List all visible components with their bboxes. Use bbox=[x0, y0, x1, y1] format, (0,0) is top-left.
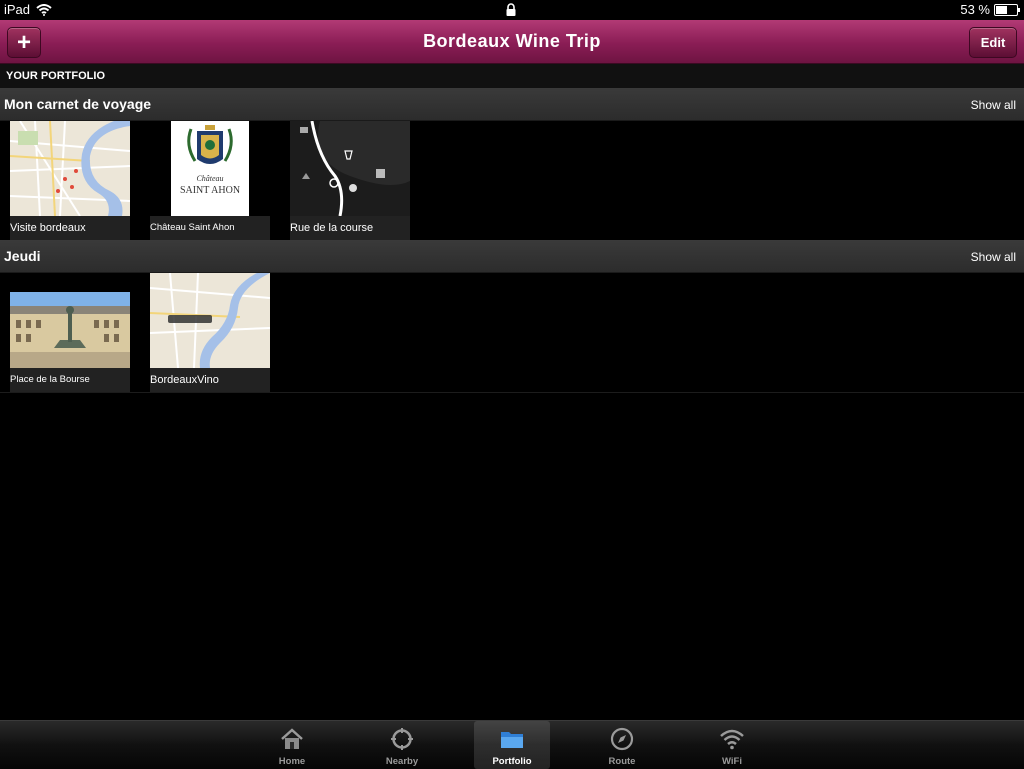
portfolio-label: YOUR PORTFOLIO bbox=[6, 70, 105, 82]
show-all-link[interactable]: Show all bbox=[971, 98, 1016, 112]
tab-route[interactable]: Route bbox=[584, 721, 660, 769]
route-map-thumbnail bbox=[290, 121, 410, 216]
status-bar: iPad 53 % bbox=[0, 0, 1024, 20]
tab-label: Nearby bbox=[385, 756, 419, 767]
tile-caption: Château Saint Ahon bbox=[150, 216, 270, 240]
show-all-link[interactable]: Show all bbox=[971, 250, 1016, 264]
section-row-jeudi: Place de la Bourse BordeauxVino bbox=[0, 273, 1024, 393]
section-row-carnet: Visite bordeaux Château SAINT AHON Châte… bbox=[0, 121, 1024, 241]
wifi-icon bbox=[720, 729, 744, 750]
tile-caption: Rue de la course bbox=[290, 216, 410, 240]
section-header-jeudi: Jeudi Show all bbox=[0, 240, 1024, 273]
tile-caption: Visite bordeaux bbox=[10, 216, 130, 240]
section-title: Jeudi bbox=[4, 248, 41, 264]
tab-home[interactable]: Home bbox=[254, 721, 330, 769]
portfolio-tile[interactable]: Rue de la course bbox=[290, 121, 410, 240]
chateau-logo-thumbnail: Château SAINT AHON bbox=[171, 121, 249, 216]
portfolio-tile[interactable]: Visite bordeaux bbox=[10, 121, 130, 240]
logo-text-top: Château bbox=[196, 174, 223, 183]
folder-icon bbox=[501, 732, 523, 748]
nav-bar: + Bordeaux Wine Trip Edit bbox=[0, 20, 1024, 64]
tile-caption: BordeauxVino bbox=[150, 368, 270, 392]
tab-portfolio[interactable]: Portfolio bbox=[474, 721, 550, 769]
battery-icon bbox=[994, 3, 1020, 16]
device-label: iPad bbox=[4, 2, 31, 17]
home-icon bbox=[281, 728, 303, 749]
map-thumbnail bbox=[150, 273, 270, 368]
place-photo-thumbnail bbox=[10, 292, 130, 368]
wifi-signal-icon bbox=[36, 3, 52, 16]
page-title: Bordeaux Wine Trip bbox=[423, 31, 601, 51]
logo-text-bottom: SAINT AHON bbox=[180, 185, 240, 196]
portfolio-tile[interactable]: BordeauxVino bbox=[150, 273, 270, 392]
tab-nearby[interactable]: Nearby bbox=[364, 721, 440, 769]
tile-caption: Place de la Bourse bbox=[10, 368, 130, 392]
tab-wifi[interactable]: WiFi bbox=[694, 721, 770, 769]
compass-icon bbox=[610, 727, 634, 751]
tab-label: Portfolio bbox=[492, 756, 532, 767]
section-title: Mon carnet de voyage bbox=[4, 96, 152, 112]
lock-icon bbox=[506, 3, 516, 16]
tab-bar: Home Nearby Portfolio Route WiFi bbox=[0, 720, 1024, 769]
battery-percent: 53 % bbox=[960, 2, 990, 17]
portfolio-tile[interactable]: Château SAINT AHON Château Saint Ahon bbox=[150, 121, 270, 240]
tab-label: Home bbox=[278, 756, 306, 767]
crosshair-icon bbox=[391, 728, 413, 750]
portfolio-label-bar: YOUR PORTFOLIO bbox=[0, 64, 1024, 88]
portfolio-tile[interactable]: Place de la Bourse bbox=[10, 273, 130, 392]
section-header-carnet: Mon carnet de voyage Show all bbox=[0, 88, 1024, 121]
map-thumbnail bbox=[10, 121, 130, 216]
tab-label: Route bbox=[608, 756, 636, 767]
tab-label: WiFi bbox=[722, 756, 742, 767]
edit-button[interactable]: Edit bbox=[969, 27, 1017, 58]
